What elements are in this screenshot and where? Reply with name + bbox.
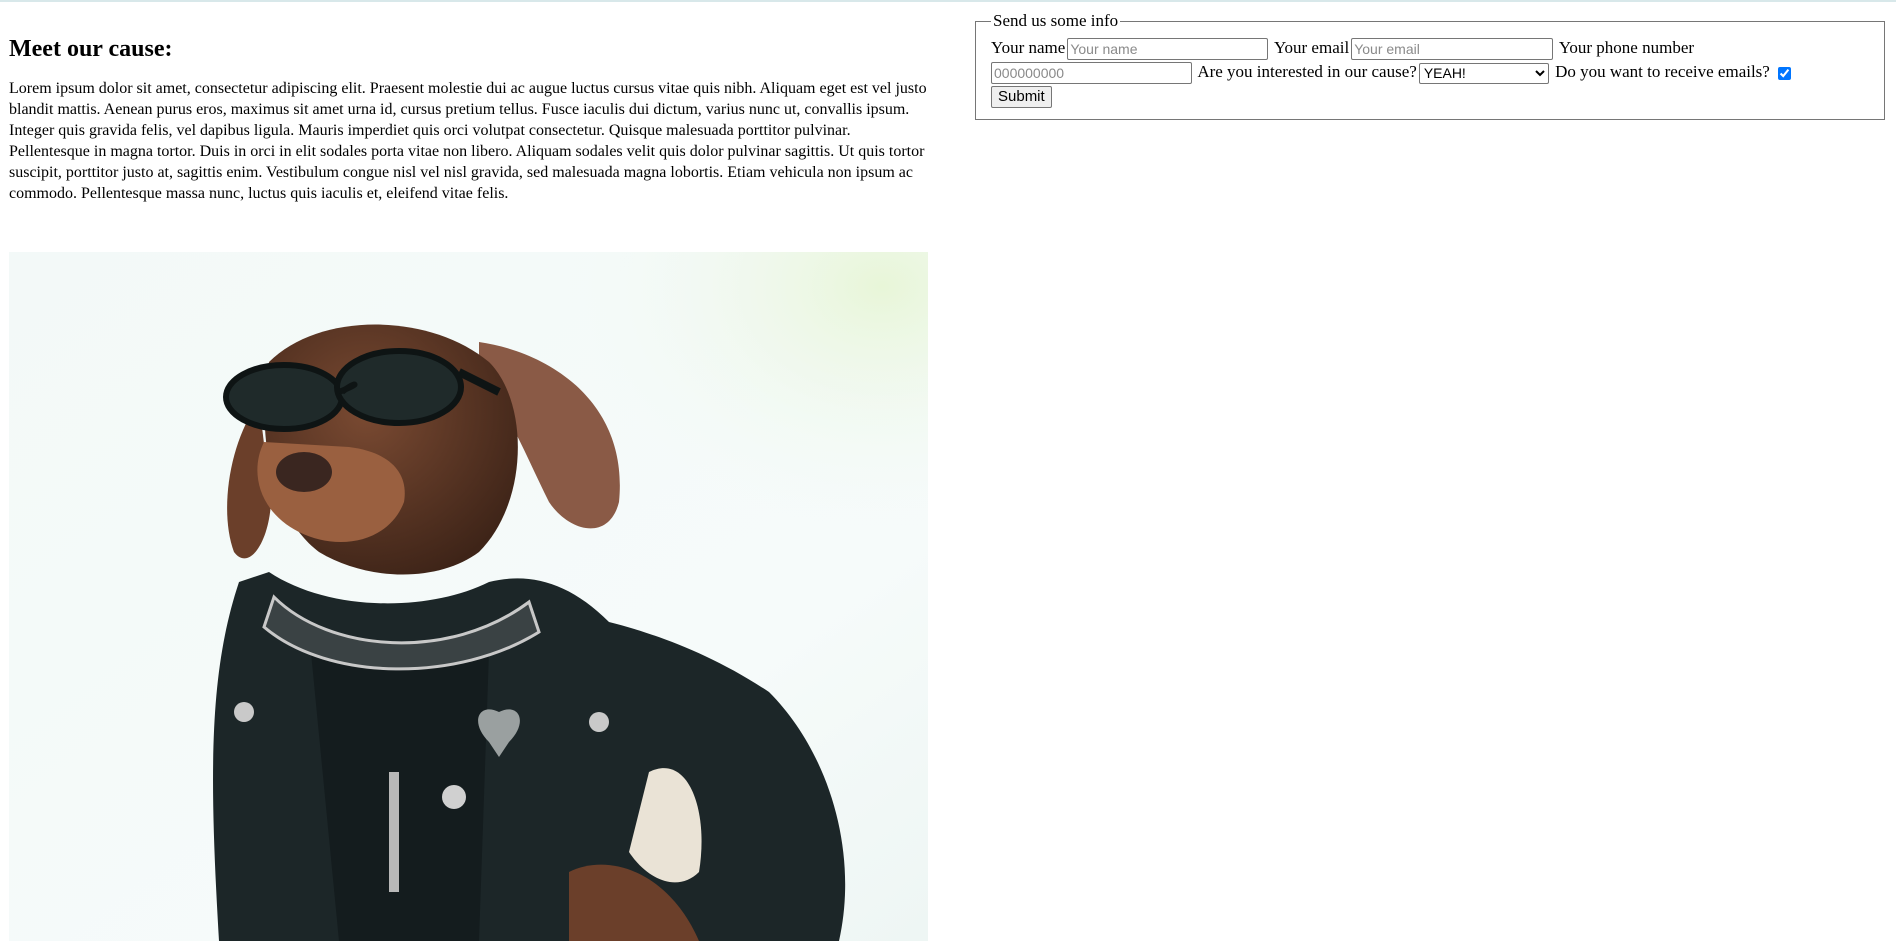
email-input[interactable] bbox=[1351, 38, 1554, 61]
emails-label: Do you want to receive emails? bbox=[1555, 62, 1770, 82]
interest-select[interactable]: YEAH! bbox=[1418, 62, 1549, 84]
page-title: Meet our cause: bbox=[9, 36, 173, 62]
name-label: Your name bbox=[991, 38, 1066, 57]
form-legend: Send us some info bbox=[993, 11, 1119, 30]
email-label: Your email bbox=[1273, 38, 1350, 57]
submit-button[interactable]: Submit bbox=[991, 85, 1052, 108]
cause-description: Lorem ipsum dolor sit amet, consectetur … bbox=[9, 80, 927, 202]
emails-checkbox[interactable] bbox=[1777, 66, 1791, 80]
interest-label: Are you interested in our cause? bbox=[1197, 62, 1417, 82]
cause-section: Meet our cause: Lorem ipsum dolor sit am… bbox=[9, 30, 929, 204]
form-row-1: Your name Your email Your phone number bbox=[991, 36, 1884, 61]
phone-label: Your phone number bbox=[1558, 38, 1695, 57]
phone-input[interactable] bbox=[991, 62, 1192, 85]
name-input[interactable] bbox=[1067, 38, 1269, 61]
info-form: Send us some info Your name Your email Y… bbox=[975, 12, 1885, 120]
form-row-3: Submit bbox=[991, 84, 1884, 108]
top-border-line bbox=[0, 0, 1896, 2]
form-row-2: Are you interested in our cause?YEAH! Do… bbox=[991, 60, 1884, 85]
dog-photo bbox=[9, 252, 928, 941]
